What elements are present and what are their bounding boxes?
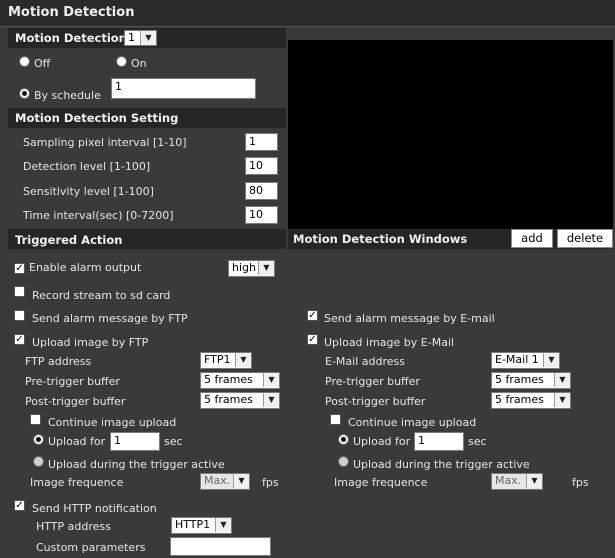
sampling-input[interactable]: 1 — [245, 133, 278, 151]
on-radio[interactable] — [116, 56, 127, 67]
email-upload-for-radio[interactable] — [338, 434, 349, 445]
ftp-address-select[interactable]: FTP1 ▼ — [200, 352, 252, 369]
record-sd-checkbox[interactable] — [14, 286, 25, 297]
detection-level-label: Detection level [1-100] — [23, 160, 151, 173]
ftp-freq-label: Image frequence — [30, 476, 124, 489]
chevron-down-icon: ▼ — [554, 373, 570, 387]
chevron-down-icon: ▼ — [526, 474, 542, 488]
triggered-action-label: Triggered Action — [15, 233, 123, 247]
ftp-upload-for-label: Upload for — [48, 435, 106, 448]
chevron-down-icon: ▼ — [140, 31, 156, 45]
ftp-post-trigger-label: Post-trigger buffer — [25, 395, 126, 408]
off-radio[interactable] — [19, 56, 30, 67]
alarm-level-select[interactable]: high ▼ — [228, 260, 275, 277]
ftp-upload-checkbox[interactable]: ✓ — [14, 334, 25, 345]
sensitivity-label: Sensitivity level [1-100] — [23, 185, 154, 198]
chevron-down-icon: ▼ — [263, 373, 279, 387]
email-fps-label: fps — [572, 476, 589, 489]
email-continue-label: Continue image upload — [348, 416, 477, 429]
email-post-trigger-label: Post-trigger buffer — [325, 395, 426, 408]
add-window-button[interactable]: add — [511, 229, 553, 248]
chevron-down-icon: ▼ — [263, 393, 279, 407]
ftp-post-trigger-select[interactable]: 5 frames ▼ — [200, 392, 280, 409]
motion-window-select[interactable]: 1 ▼ — [124, 30, 157, 46]
custom-params-label: Custom parameters — [36, 541, 146, 554]
email-sec-label: sec — [468, 435, 487, 448]
email-continue-checkbox[interactable] — [330, 414, 341, 425]
ftp-address-label: FTP address — [25, 355, 92, 368]
motion-detection-label: Motion Detection — [15, 31, 127, 45]
on-label: On — [131, 57, 147, 70]
http-notify-checkbox[interactable]: ✓ — [14, 500, 25, 511]
detection-setting-label: Motion Detection Setting — [15, 111, 179, 125]
sampling-label: Sampling pixel interval [1-10] — [23, 136, 187, 149]
email-pre-trigger-select[interactable]: 5 frames ▼ — [491, 372, 571, 389]
video-preview[interactable] — [288, 40, 613, 229]
ftp-upload-for-input[interactable]: 1 — [110, 432, 160, 451]
off-label: Off — [34, 57, 51, 70]
alarm-output-checkbox[interactable]: ✓ — [14, 263, 25, 274]
email-upload-for-input[interactable]: 1 — [414, 432, 464, 451]
chevron-down-icon: ▼ — [235, 353, 251, 367]
ftp-sec-label: sec — [164, 435, 183, 448]
ftp-message-checkbox[interactable] — [14, 310, 25, 321]
detection-level-input[interactable]: 10 — [245, 157, 278, 175]
ftp-pre-trigger-select[interactable]: 5 frames ▼ — [200, 372, 280, 389]
delete-window-button[interactable]: delete — [557, 229, 613, 248]
sensitivity-input[interactable]: 80 — [245, 182, 278, 200]
by-schedule-label: By schedule — [34, 89, 101, 102]
email-upload-label: Upload image by E-Mail — [324, 336, 455, 349]
ftp-upload-label: Upload image by FTP — [32, 336, 149, 349]
http-address-select[interactable]: HTTP1 ▼ — [171, 517, 232, 534]
chevron-down-icon: ▼ — [233, 474, 249, 488]
ftp-upload-for-radio[interactable] — [33, 434, 44, 445]
ftp-fps-label: fps — [262, 476, 279, 489]
ftp-continue-label: Continue image upload — [48, 416, 177, 429]
email-during-label: Upload during the trigger active — [353, 458, 530, 471]
email-freq-label: Image frequence — [334, 476, 428, 489]
chevron-down-icon: ▼ — [215, 518, 231, 532]
ftp-pre-trigger-label: Pre-trigger buffer — [25, 375, 120, 388]
email-message-checkbox[interactable]: ✓ — [307, 310, 318, 321]
email-address-select[interactable]: E-Mail 1 ▼ — [491, 352, 560, 369]
page-title: Motion Detection — [8, 5, 135, 20]
http-address-label: HTTP address — [36, 520, 111, 533]
http-notify-label: Send HTTP notification — [32, 502, 157, 515]
time-interval-label: Time interval(sec) [0-7200] — [23, 209, 174, 222]
ftp-during-label: Upload during the trigger active — [48, 458, 225, 471]
ftp-freq-select[interactable]: Max. ▼ — [200, 473, 250, 490]
custom-params-input[interactable] — [170, 537, 271, 556]
email-post-trigger-select[interactable]: 5 frames ▼ — [491, 392, 571, 409]
email-during-radio[interactable] — [338, 456, 349, 467]
email-upload-checkbox[interactable]: ✓ — [307, 334, 318, 345]
schedule-input[interactable]: 1 — [111, 78, 256, 99]
time-interval-input[interactable]: 10 — [245, 206, 278, 224]
chevron-down-icon: ▼ — [554, 393, 570, 407]
alarm-output-label: Enable alarm output — [29, 261, 142, 274]
chevron-down-icon: ▼ — [543, 353, 559, 367]
email-message-label: Send alarm message by E-mail — [324, 312, 495, 325]
email-pre-trigger-label: Pre-trigger buffer — [325, 375, 420, 388]
email-address-label: E-Mail address — [325, 355, 405, 368]
by-schedule-radio[interactable] — [19, 88, 30, 99]
email-upload-for-label: Upload for — [353, 435, 411, 448]
ftp-continue-checkbox[interactable] — [30, 414, 41, 425]
detection-windows-label: Motion Detection Windows — [293, 232, 468, 246]
ftp-during-radio[interactable] — [33, 456, 44, 467]
ftp-message-label: Send alarm message by FTP — [32, 312, 188, 325]
record-sd-label: Record stream to sd card — [32, 289, 171, 302]
email-freq-select[interactable]: Max. ▼ — [491, 473, 543, 490]
chevron-down-icon: ▼ — [258, 261, 274, 275]
